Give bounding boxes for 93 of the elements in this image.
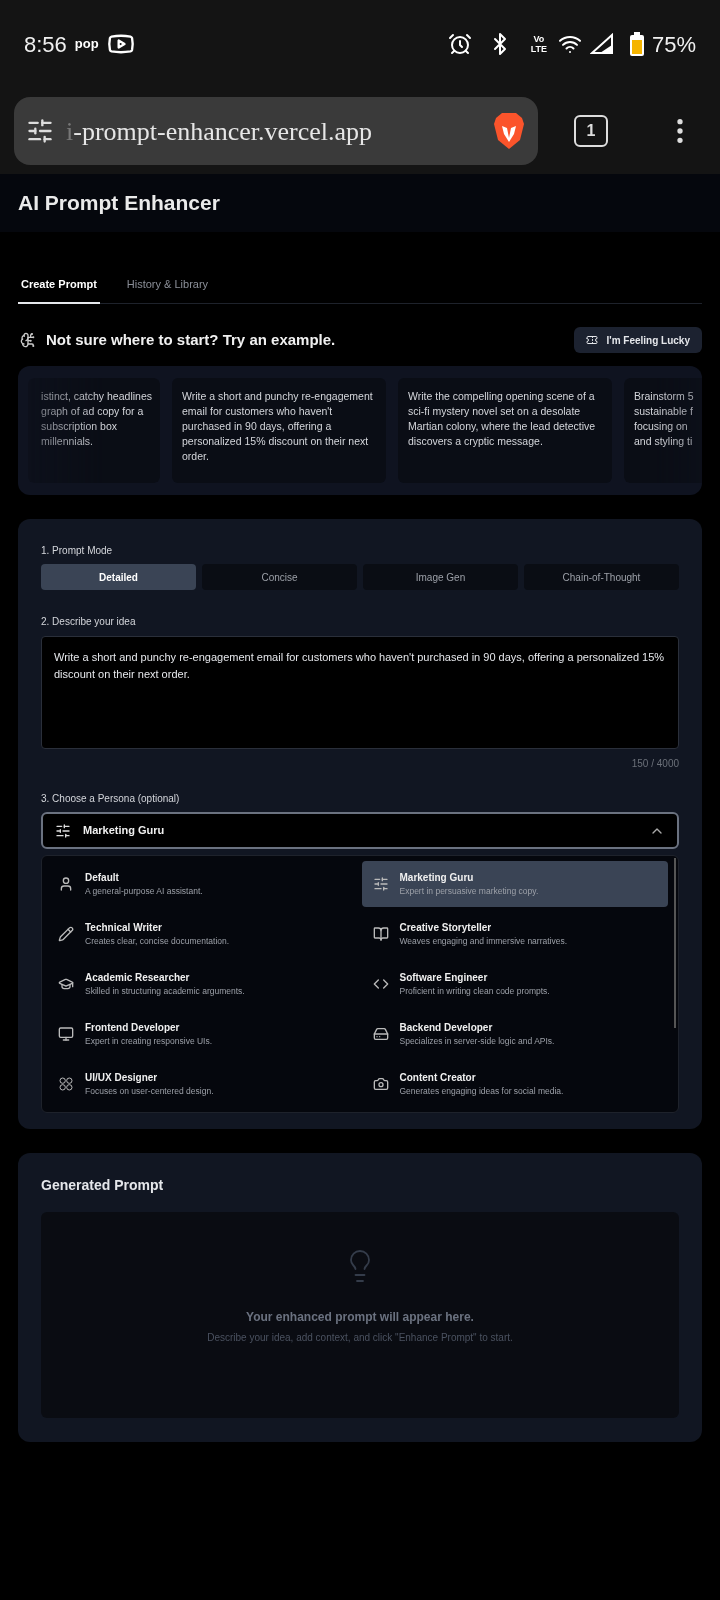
field-label: 2. Describe your idea <box>41 615 137 629</box>
example-text-line: personalized 15% discount on their next <box>182 434 370 449</box>
example-card[interactable]: istinct, catchy headlines graph of ad copy for a subscription box millennials. <box>28 378 160 483</box>
example-text-line: sci-fi mystery novel set on a desolate <box>408 404 582 419</box>
network-indicator: Vo LTE <box>529 34 549 54</box>
persona-description: Expert in creating responsive UIs. <box>85 1035 213 1048</box>
persona-option[interactable]: Academic Researcher Skilled in structuring academic arguments. <box>47 961 354 1007</box>
empty-title: Your enhanced prompt will appear here. <box>246 1309 474 1326</box>
persona-option[interactable]: Default A general-purpose AI assistant. <box>47 861 354 907</box>
tab[interactable]: History & Library <box>123 266 212 304</box>
alarm-icon <box>447 32 472 56</box>
persona-name: Creative Storyteller <box>399 921 493 936</box>
persona-description: Proficient in writing clean code prompts. <box>399 985 550 998</box>
persona-description: Weaves engaging and immersive narratives. <box>399 935 568 948</box>
example-text-line: Martian colony, where the lead detective <box>408 419 596 434</box>
persona-option[interactable]: Software Engineer Proficient in writing clean code prompts. <box>361 961 668 1007</box>
mode-option[interactable]: Chain-of-Thought <box>524 564 679 590</box>
empty-hint: Describe your idea, add context, and click "Enhance Prompt" to start. <box>207 1331 513 1345</box>
persona-name: Software Engineer <box>399 971 489 986</box>
output-title: Generated Prompt <box>41 1176 165 1195</box>
signal-icon <box>589 33 614 55</box>
clock-time: 8:56 <box>24 30 67 59</box>
persona-description: Focuses on user-centered design. <box>85 1085 214 1098</box>
persona-option[interactable]: Content Creator Generates engaging ideas for social media. <box>361 1061 668 1107</box>
persona-option[interactable]: Technical Writer Creates clear, concise documentation. <box>47 911 354 957</box>
example-text-line: graph of ad copy for a <box>41 404 145 419</box>
example-text-line: focusing on <box>634 419 689 434</box>
example-text-line: subscription box <box>41 419 118 434</box>
example-text-line: order. <box>182 449 210 464</box>
field-label: 1. Prompt Mode <box>41 544 114 558</box>
person-icon <box>58 876 74 892</box>
character-count: 150 / 4000 <box>631 757 679 771</box>
example-card[interactable]: Brainstorm 5 sustainable f focusing on and styling ti <box>624 378 702 483</box>
persona-description: A general-purpose AI assistant. <box>85 885 203 898</box>
mode-option[interactable]: Concise <box>202 564 357 590</box>
persona-option[interactable]: Backend Developer Specializes in server-side logic and APIs. <box>361 1011 668 1057</box>
book-icon <box>372 926 389 942</box>
field-label: 3. Choose a Persona (optional) <box>41 792 181 806</box>
persona-description: Expert in persuasive marketing copy. <box>399 885 539 898</box>
head-icon <box>20 332 36 348</box>
example-card[interactable]: Write the compelling opening scene of a sci-fi mystery novel set on a desolate Martian colony, where the lead detective discovers a cryptic message. <box>398 378 612 483</box>
persona-select[interactable]: Marketing Guru <box>41 812 679 849</box>
example-text-line: discovers a cryptic message. <box>408 434 544 449</box>
persona-name: Frontend Developer <box>85 1021 181 1036</box>
mode-option[interactable]: Image Gen <box>363 564 518 590</box>
persona-name: Default <box>85 871 120 886</box>
persona-name: Marketing Guru <box>399 871 475 886</box>
persona-option[interactable]: Frontend Developer Expert in creating responsive UIs. <box>47 1011 354 1057</box>
persona-option[interactable]: UI/UX Designer Focuses on user-centered design. <box>47 1061 354 1107</box>
camera-icon <box>372 1076 389 1092</box>
drive-icon <box>372 1026 389 1042</box>
circles-grid-icon <box>58 1076 74 1092</box>
persona-name: Technical Writer <box>85 921 163 936</box>
code-icon <box>372 976 389 992</box>
example-text-line: istinct, catchy headlines <box>41 389 152 404</box>
persona-option[interactable]: Creative Storyteller Weaves engaging and immersive narratives. <box>361 911 668 957</box>
notification-label: pop <box>74 35 99 54</box>
battery-icon <box>629 32 644 56</box>
persona-name: Academic Researcher <box>85 971 191 986</box>
persona-description: Creates clear, concise documentation. <box>85 935 230 948</box>
battery-percent: 75% <box>651 30 696 59</box>
examples-heading: Not sure where to start? Try an example. <box>46 329 336 350</box>
example-text-line: and styling ti <box>634 434 694 449</box>
sliders-icon <box>372 876 389 892</box>
ticket-icon <box>586 334 599 346</box>
persona-option[interactable]: Marketing Guru Expert in persuasive marketing copy. <box>361 861 668 907</box>
persona-name: UI/UX Designer <box>85 1071 159 1086</box>
tab[interactable]: Create Prompt <box>18 266 100 304</box>
example-text-line: Brainstorm 5 <box>634 389 694 404</box>
site-settings-icon[interactable] <box>26 117 54 145</box>
example-card[interactable]: Write a short and punchy re-engagement email for customers who haven't purchased in 90 days, offering a personalized 15% discount on their next order. <box>172 378 386 483</box>
pencil-icon <box>58 926 74 942</box>
example-text-line: millennials. <box>41 434 95 449</box>
persona-description: Specializes in server-side logic and APIs. <box>399 1035 555 1048</box>
example-text-line: email for customers who haven't <box>182 404 334 419</box>
feeling-lucky-button[interactable]: I'm Feeling Lucky <box>574 327 702 353</box>
app-title: AI Prompt Enhancer <box>18 190 220 217</box>
persona-description: Skilled in structuring academic arguments. <box>85 985 245 998</box>
mode-option[interactable]: Detailed <box>41 564 196 590</box>
tab-count[interactable]: 1 <box>574 115 608 147</box>
sliders-icon <box>55 822 71 839</box>
idea-textarea[interactable]: Write a short and punchy re-engagement email for customers who haven't purchased in 90 days, offering a personalized 15% discount on their next order. <box>41 636 679 749</box>
example-text-line: Write a short and punchy re-engagement <box>182 389 373 404</box>
example-text-line: Write the compelling opening scene of a <box>408 389 596 404</box>
persona-description: Generates engaging ideas for social media. <box>399 1085 564 1098</box>
graduation-cap-icon <box>58 976 74 992</box>
example-text-line: purchased in 90 days, offering a <box>182 419 333 434</box>
address-bar[interactable]: i-prompt-enhancer.vercel.app <box>14 97 538 165</box>
monitor-icon <box>58 1026 74 1042</box>
example-text-line: sustainable f <box>634 404 694 419</box>
persona-name: Backend Developer <box>399 1021 494 1036</box>
persona-name: Content Creator <box>399 1071 477 1086</box>
url-text: i-prompt-enhancer.vercel.app <box>66 115 374 148</box>
